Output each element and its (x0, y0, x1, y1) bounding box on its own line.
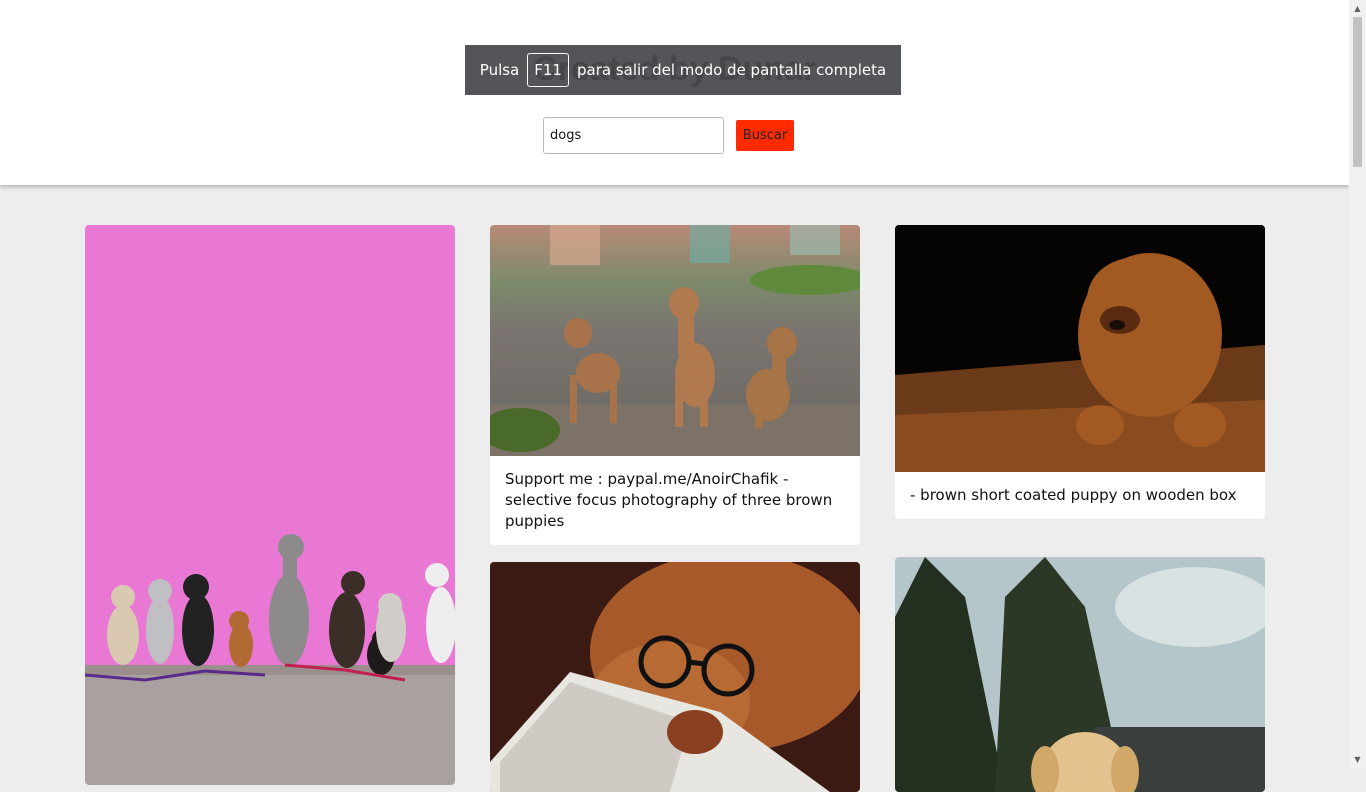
result-image[interactable] (85, 225, 455, 785)
page-scrollbar[interactable]: ▲ ▼ (1349, 0, 1366, 768)
fullscreen-notice-suffix: para salir del modo de pantalla completa (576, 61, 887, 79)
scroll-down-icon[interactable]: ▼ (1349, 751, 1366, 768)
fullscreen-notice-prefix: Pulsa (479, 61, 520, 79)
result-card[interactable] (85, 225, 455, 785)
result-card[interactable] (490, 562, 860, 792)
result-image[interactable] (490, 225, 860, 456)
result-card[interactable]: - brown short coated puppy on wooden box (895, 225, 1265, 519)
result-caption: - brown short coated puppy on wooden box (910, 486, 1237, 504)
result-image[interactable] (895, 557, 1265, 792)
fullscreen-notice: Pulsa F11 para salir del modo de pantall… (465, 45, 901, 95)
result-caption: Support me : paypal.me/AnoirChafik - sel… (505, 470, 833, 530)
search-button[interactable]: Buscar (736, 120, 794, 151)
result-image[interactable] (490, 562, 860, 792)
scroll-up-icon[interactable]: ▲ (1349, 0, 1366, 17)
f11-key: F11 (527, 53, 569, 87)
result-card[interactable] (895, 557, 1265, 792)
result-image[interactable] (895, 225, 1265, 472)
search-input[interactable] (543, 117, 724, 154)
result-card[interactable]: Support me : paypal.me/AnoirChafik - sel… (490, 225, 860, 545)
scroll-thumb[interactable] (1353, 17, 1362, 167)
